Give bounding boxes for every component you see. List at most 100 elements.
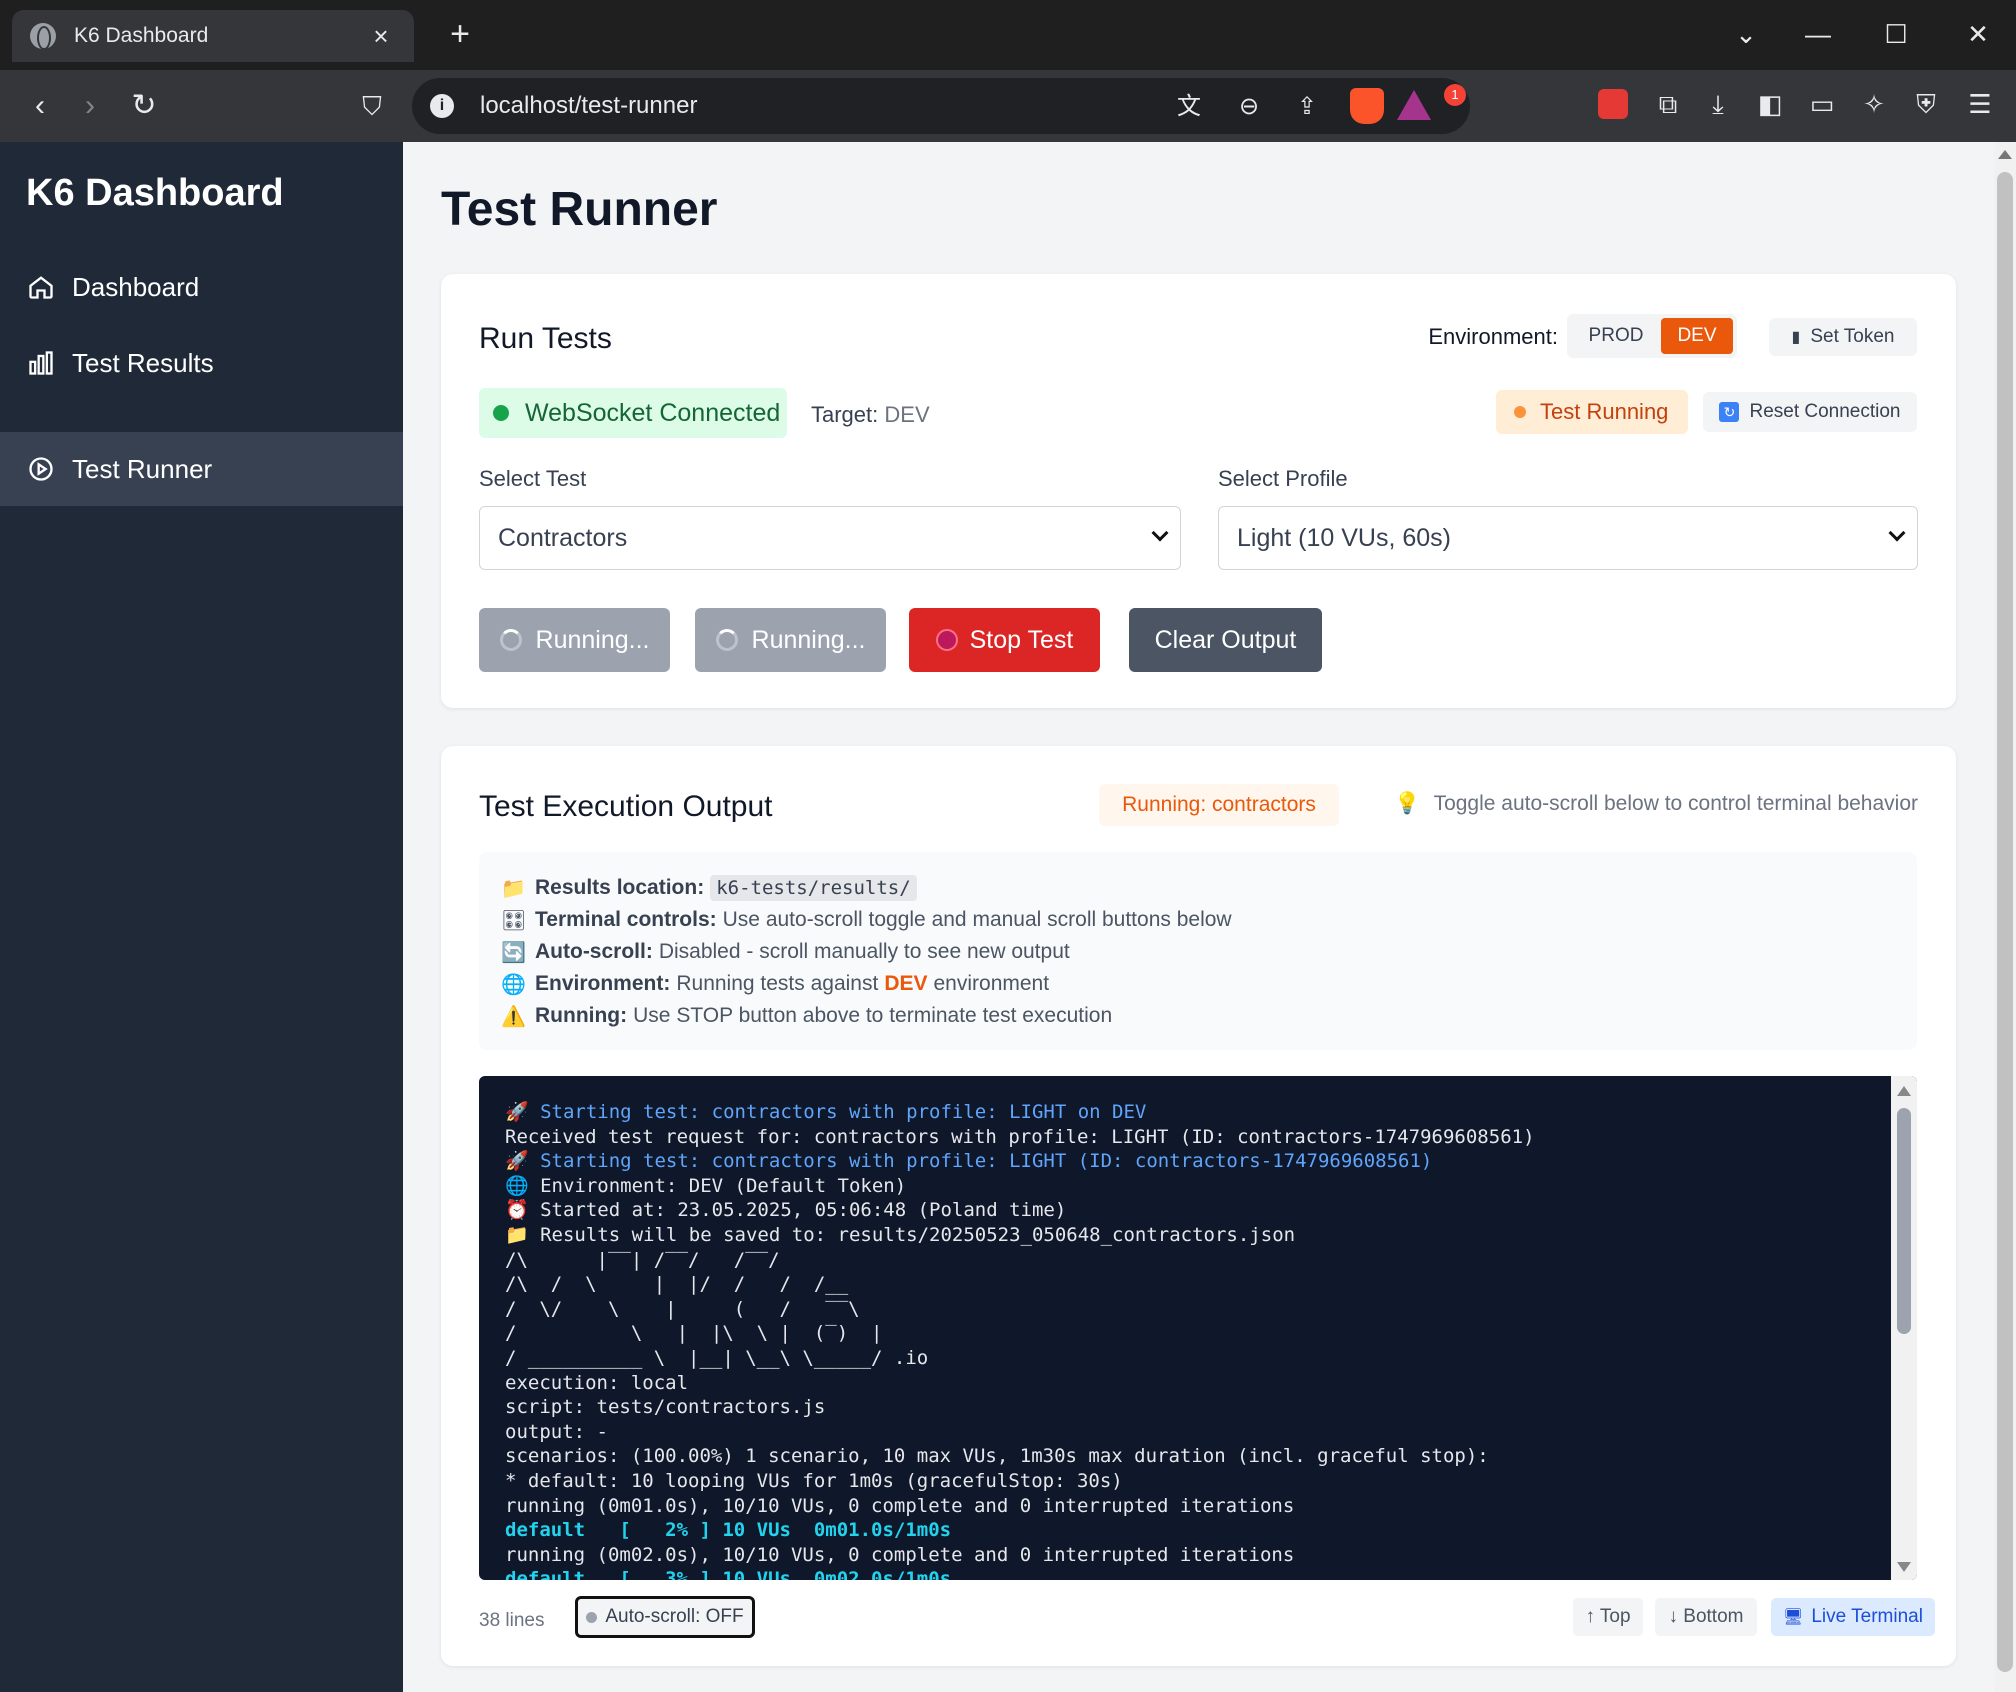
tab-title: K6 Dashboard [74, 24, 209, 47]
target-label: Target: [811, 402, 879, 427]
stop-test-button[interactable]: Stop Test [909, 608, 1100, 672]
run-tests-heading: Run Tests [479, 322, 612, 355]
extensions-puzzle-icon[interactable]: ⧉ [1650, 86, 1686, 122]
info-label: Results location: [535, 876, 705, 899]
info-autoscroll: 🔄 Auto-scroll: Disabled - scroll manuall… [501, 936, 1895, 968]
sidebar-item-test-results[interactable]: Test Results [0, 326, 403, 400]
minimize-button[interactable]: — [1798, 14, 1838, 54]
page-scroll-thumb[interactable] [1997, 172, 2013, 1672]
sidebar-toggle-icon[interactable]: ◧ [1752, 86, 1788, 122]
vpn-shield-icon[interactable]: ⛨ [1908, 86, 1944, 122]
page-scrollbar[interactable] [1994, 142, 2016, 1692]
terminal-line: scenarios: (100.00%) 1 scenario, 10 max … [505, 1445, 1489, 1468]
clear-output-button[interactable]: Clear Output [1129, 608, 1322, 672]
rewards-badge: 1 [1444, 84, 1466, 106]
main-content: Test Runner Run Tests Environment: PROD … [403, 142, 1994, 1692]
back-button[interactable]: ‹ [20, 86, 60, 126]
page-scroll-up-icon[interactable] [1998, 150, 2012, 159]
info-label: Auto-scroll: [535, 940, 653, 963]
terminal-lines: 🚀 Starting test: contractors with profil… [505, 1100, 1877, 1580]
close-window-button[interactable]: ✕ [1958, 14, 1998, 54]
sidebar: K6 Dashboard Dashboard Test Results Test… [0, 142, 403, 1692]
select-test-dropdown[interactable]: Contractors [479, 506, 1181, 570]
terminal-line: output: - [505, 1420, 608, 1443]
terminal-line: / \ | |\ \ | (‾) | [505, 1322, 883, 1345]
run-all-button[interactable]: Running... [695, 608, 886, 672]
terminal-line: /\ / \ | |/ / / /__ [505, 1273, 849, 1296]
menu-icon[interactable]: ☰ [1962, 86, 1998, 122]
terminal-output[interactable]: 🚀 Starting test: contractors with profil… [479, 1076, 1917, 1580]
environment-label: Environment: [1428, 324, 1558, 349]
tab-search-chevron-icon[interactable]: ⌄ [1726, 14, 1766, 54]
site-info-icon[interactable]: i [430, 94, 454, 118]
reset-connection-label: Reset Connection [1749, 401, 1901, 422]
chevron-down-icon [1888, 524, 1906, 542]
extension-icon[interactable] [1598, 89, 1628, 119]
run-tests-card: Run Tests Environment: PROD DEV ▮ Set To… [441, 274, 1956, 708]
sidebar-item-test-runner[interactable]: Test Runner [0, 432, 403, 506]
sidebar-item-label: Test Runner [72, 453, 213, 484]
select-test-label: Select Test [479, 466, 587, 491]
scroll-bottom-button[interactable]: ↓ Bottom [1655, 1598, 1757, 1636]
browser-tab[interactable]: K6 Dashboard × [12, 10, 414, 62]
scroll-up-arrow-icon[interactable] [1897, 1086, 1911, 1096]
terminal-line: 🚀 Starting test: contractors with profil… [505, 1101, 1147, 1123]
status-dot-icon [586, 1611, 598, 1623]
live-terminal-button[interactable]: 🖥 Live Terminal [1771, 1598, 1935, 1636]
reload-button[interactable]: ↻ [124, 86, 164, 126]
info-label: Running: [535, 1004, 628, 1027]
close-tab-icon[interactable]: × [366, 21, 396, 52]
warning-icon: ⚠️ [501, 1005, 526, 1028]
select-profile-dropdown[interactable]: Light (10 VUs, 60s) [1218, 506, 1918, 570]
set-token-button[interactable]: ▮ Set Token [1769, 318, 1917, 356]
sidebar-item-label: Test Results [72, 347, 214, 378]
zoom-out-icon[interactable]: ⊖ [1232, 90, 1266, 124]
terminal-line: ⏰ Started at: 23.05.2025, 05:06:48 (Pola… [505, 1199, 1067, 1222]
env-dev-button[interactable]: DEV [1661, 318, 1733, 354]
terminal-line: default [ 2% ] 10 VUs 0m01.0s/1m0s [505, 1519, 952, 1542]
home-icon [26, 272, 56, 302]
forward-button[interactable]: › [70, 86, 110, 126]
new-tab-button[interactable]: + [440, 14, 480, 54]
websocket-status-text: WebSocket Connected [525, 398, 781, 427]
terminal-scrollbar[interactable] [1891, 1076, 1917, 1580]
stop-test-label: Stop Test [969, 625, 1074, 654]
address-bar[interactable]: i localhost/test-runner 文 ⊖ ⇪ 1 [412, 78, 1470, 134]
brand-title: K6 Dashboard [26, 172, 284, 214]
wallet-icon[interactable]: ▭ [1804, 86, 1840, 122]
download-icon[interactable]: ⤓ [1700, 86, 1736, 122]
info-label: Environment: [535, 972, 671, 995]
test-status-badge: Test Running [1496, 390, 1688, 434]
terminal-scroll-thumb[interactable] [1897, 1108, 1911, 1334]
info-text: Disabled - scroll manually to see new ou… [658, 940, 1070, 963]
autoscroll-toggle[interactable]: Auto-scroll: OFF [575, 1596, 755, 1638]
info-running: ⚠️ Running: Use STOP button above to ter… [501, 1000, 1895, 1032]
env-prod-button[interactable]: PROD [1575, 318, 1657, 354]
scroll-top-button[interactable]: ↑ Top [1573, 1598, 1643, 1636]
sidebar-item-dashboard[interactable]: Dashboard [0, 250, 403, 324]
run-test-button[interactable]: Running... [479, 608, 670, 672]
translate-icon[interactable]: 文 [1172, 90, 1206, 124]
brave-shields-icon[interactable] [1350, 88, 1384, 124]
monitor-icon: 🖥 [1783, 1609, 1804, 1626]
info-environment: 🌐 Environment: Running tests against DEV… [501, 968, 1895, 1000]
terminal-line: /\ |‾‾| /‾‾/ /‾‾/ [505, 1248, 780, 1271]
terminal-line: * default: 10 looping VUs for 1m0s (grac… [505, 1469, 1123, 1492]
clear-output-label: Clear Output [1154, 625, 1297, 654]
stop-icon [935, 629, 958, 651]
reset-connection-button[interactable]: ↻ Reset Connection [1703, 392, 1917, 432]
maximize-button[interactable]: ☐ [1876, 14, 1916, 54]
output-card: Test Execution Output Running: contracto… [441, 746, 1956, 1666]
spinner-icon [715, 629, 738, 651]
live-terminal-label: Live Terminal [1811, 1606, 1923, 1627]
leo-ai-icon[interactable]: ✧ [1856, 86, 1892, 122]
refresh-icon: 🔄 [501, 941, 526, 964]
info-text: Use auto-scroll toggle and manual scroll… [722, 908, 1232, 931]
scroll-down-arrow-icon[interactable] [1897, 1562, 1911, 1572]
globe-icon [30, 23, 56, 50]
browser-tab-bar: K6 Dashboard × + ⌄ — ☐ ✕ [0, 0, 2016, 70]
share-icon[interactable]: ⇪ [1290, 90, 1324, 124]
terminal-line: 📁 Results will be saved to: results/2025… [505, 1223, 1296, 1246]
bookmark-icon[interactable]: ⛉ [352, 86, 392, 126]
brave-rewards-icon[interactable] [1397, 90, 1431, 120]
